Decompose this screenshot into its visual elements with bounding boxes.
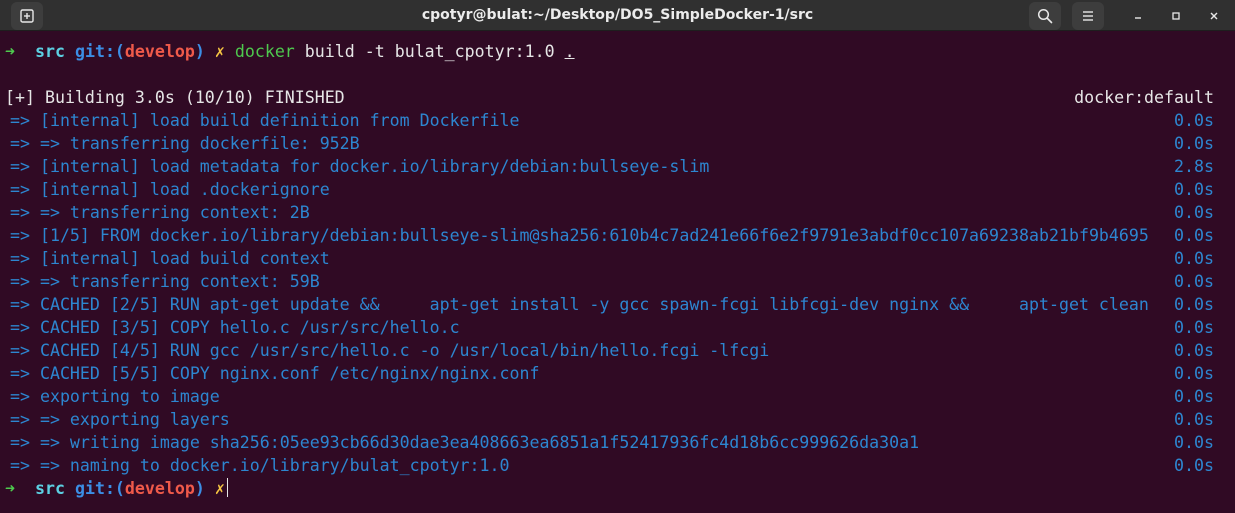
build-step-text: => [internal] load build context [0,249,330,268]
prompt-branch: develop [124,42,195,61]
menu-button[interactable] [1072,2,1104,30]
prompt-arrow: ➜ [5,479,15,498]
build-step-time: 0.0s [1174,364,1214,383]
minimize-icon [1135,17,1141,19]
prompt-dirty-marker: ✗ [214,479,225,498]
build-step-text: => [1/5] FROM docker.io/library/debian:b… [0,226,1149,245]
text-cursor [226,478,228,497]
maximize-icon [1172,12,1180,20]
prompt-branch: develop [124,479,195,498]
build-step-time: 0.0s [1174,111,1214,130]
prompt-directory: src [34,42,65,61]
build-step-text: => CACHED [2/5] RUN apt-get update && ap… [0,295,1149,314]
build-step-text: => CACHED [4/5] RUN gcc /usr/src/hello.c… [0,341,770,360]
build-step-text: => [internal] load metadata for docker.i… [0,157,710,176]
command-program: docker [234,42,295,61]
build-step-time: 0.0s [1174,433,1214,452]
build-step-time: 2.8s [1174,157,1214,176]
build-step-text: => => transferring context: 2B [0,203,310,222]
build-step-time: 0.0s [1174,134,1214,153]
build-step-time: 0.0s [1174,318,1214,337]
new-tab-button[interactable] [11,2,43,30]
final-prompt-line: ➜ src git:(develop) ✗ [5,477,228,500]
build-step-text: => => transferring context: 59B [0,272,320,291]
title-bar: cpotyr@bulat:~/Desktop/DO5_SimpleDocker-… [0,0,1235,31]
build-step-text: => => transferring dockerfile: 952B [0,134,360,153]
build-step-time: 0.0s [1174,180,1214,199]
build-step-text: => CACHED [3/5] COPY hello.c /usr/src/he… [0,318,460,337]
build-step-time: 0.0s [1174,387,1214,406]
prompt-directory: src [34,479,65,498]
prompt-git-prefix: git:( [74,42,125,61]
build-step-text: => CACHED [5/5] COPY nginx.conf /etc/ngi… [0,364,540,383]
build-step-text: => [internal] load .dockerignore [0,180,330,199]
prompt-dirty-marker: ✗ [214,42,225,61]
command-context: . [564,42,575,61]
new-tab-icon [20,9,34,23]
hamburger-menu-icon [1083,11,1093,21]
build-step-text: => => exporting layers [0,410,230,429]
minimize-button[interactable] [1126,4,1150,28]
build-step-time: 0.0s [1174,341,1214,360]
build-step-time: 0.0s [1174,226,1214,245]
terminal-output[interactable]: ➜ src git:(develop) ✗ docker build -t bu… [0,32,1235,513]
build-step-time: 0.0s [1174,410,1214,429]
prompt-arrow: ➜ [5,42,15,61]
build-step-time: 0.0s [1174,295,1214,314]
build-step-text: => [internal] load build definition from… [0,111,520,130]
build-step-time: 0.0s [1174,272,1214,291]
maximize-button[interactable] [1164,4,1188,28]
terminal-window: cpotyr@bulat:~/Desktop/DO5_SimpleDocker-… [0,0,1235,513]
prompt-git-suffix: ) [194,42,205,61]
build-step-time: 0.0s [1174,456,1214,475]
build-step-text: => => naming to docker.io/library/bulat_… [0,456,510,475]
build-step-text: => => writing image sha256:05ee93cb66d30… [0,433,920,452]
command-line: ➜ src git:(develop) ✗ docker build -t bu… [5,40,575,63]
build-header: [+] Building 3.0s (10/10) FINISHED [5,88,345,107]
build-step-time: 0.0s [1174,249,1214,268]
build-driver: docker:default [1074,88,1214,107]
close-button[interactable] [1202,4,1226,28]
prompt-git-prefix: git:( [74,479,125,498]
search-icon [1037,8,1053,24]
command-args: build -t bulat_cpotyr:1.0 [294,42,565,61]
close-icon [1210,12,1218,20]
build-step-text: => exporting to image [0,387,220,406]
prompt-git-suffix: ) [194,479,205,498]
search-button[interactable] [1029,2,1061,30]
build-step-time: 0.0s [1174,203,1214,222]
